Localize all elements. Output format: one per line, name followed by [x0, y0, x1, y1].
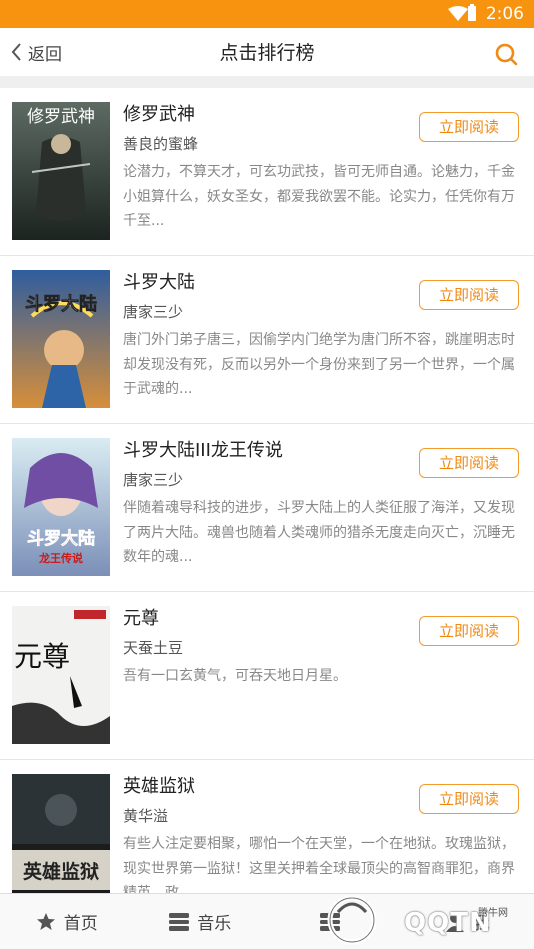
book-author: 黄华溢	[123, 807, 169, 825]
book-author: 天蚕土豆	[123, 639, 184, 657]
watermark-small-text: 腾牛网	[478, 908, 508, 919]
book-description: 吾有一口玄黄气，可吞天地日月星。	[123, 668, 347, 684]
book-title: 修罗武神	[123, 104, 195, 125]
tab-music[interactable]: 音乐	[134, 894, 268, 949]
book-cover: 元尊	[12, 606, 110, 744]
read-now-button[interactable]: 立即阅读	[419, 784, 519, 814]
book-description: 论潜力，不算天才，可玄功武技，皆可无师自通。论魅力，千金小姐算什么，妖女圣女，都…	[123, 164, 515, 229]
book-author: 唐家三少	[123, 303, 184, 321]
book-cover: 修罗武神	[12, 102, 110, 240]
book-title: 斗罗大陆III龙王传说	[123, 440, 283, 461]
read-now-button[interactable]: 立即阅读	[419, 112, 519, 142]
book-author: 唐家三少	[123, 471, 184, 489]
book-cover: 英雄监狱	[12, 774, 110, 912]
list-icon	[319, 912, 340, 931]
tab-home[interactable]: 首页	[0, 894, 134, 949]
star-icon	[36, 912, 55, 930]
search-icon[interactable]	[494, 42, 518, 66]
book-cover: 斗罗大陆	[12, 270, 110, 408]
book-list: 修罗武神 修罗武神 善良的蜜蜂 论潜力，不算天才，可玄功武技，皆可无师自通。论魅…	[0, 88, 534, 928]
read-now-button[interactable]: 立即阅读	[419, 280, 519, 310]
battery-icon	[468, 4, 476, 21]
divider	[0, 76, 534, 88]
book-item[interactable]: 斗罗大陆 斗罗大陆 唐家三少 唐门外门弟子唐三，因偷学内门绝学为唐门所不容，跳崖…	[0, 256, 534, 424]
tab-label: 首页	[63, 914, 98, 934]
nav-bar: 返回 点击排行榜	[0, 28, 534, 76]
svg-text:英雄监狱: 英雄监狱	[23, 860, 99, 883]
svg-text:修罗武神: 修罗武神	[27, 107, 95, 127]
status-time: 2:06	[485, 4, 524, 24]
read-now-button[interactable]: 立即阅读	[419, 616, 519, 646]
book-item[interactable]: 元尊 元尊 天蚕土豆 吾有一口玄黄气，可吞天地日月星。 立即阅读	[0, 592, 534, 760]
book-item[interactable]: 斗罗大陆 龙王传说 斗罗大陆III龙王传说 唐家三少 伴随着魂导科技的进步，斗罗…	[0, 424, 534, 592]
tab-list[interactable]	[267, 894, 401, 949]
svg-text:斗罗大陆: 斗罗大陆	[25, 293, 97, 315]
book-description: 伴随着魂导科技的进步，斗罗大陆上的人类征服了海洋，又发现了两片大陆。魂兽也随着人…	[123, 500, 515, 565]
book-title: 英雄监狱	[123, 776, 195, 797]
book-item[interactable]: 修罗武神 修罗武神 善良的蜜蜂 论潜力，不算天才，可玄功武技，皆可无师自通。论魅…	[0, 88, 534, 256]
read-now-button[interactable]: 立即阅读	[419, 448, 519, 478]
svg-text:斗罗大陆: 斗罗大陆	[27, 528, 95, 549]
music-list-icon	[169, 912, 190, 931]
tab-label: 音乐	[197, 914, 232, 934]
book-author: 善良的蜜蜂	[123, 135, 199, 153]
book-cover: 斗罗大陆 龙王传说	[12, 438, 110, 576]
page-title: 点击排行榜	[219, 42, 315, 64]
book-title: 斗罗大陆	[123, 272, 195, 293]
wifi-icon	[448, 6, 468, 21]
book-title: 元尊	[123, 608, 159, 629]
status-bar: 2:06	[0, 0, 534, 28]
svg-text:元尊: 元尊	[14, 640, 70, 673]
book-description: 唐门外门弟子唐三，因偷学内门绝学为唐门所不容，跳崖明志时却发现没有死，反而以另外…	[123, 332, 515, 397]
svg-text:龙王传说: 龙王传说	[38, 551, 83, 565]
